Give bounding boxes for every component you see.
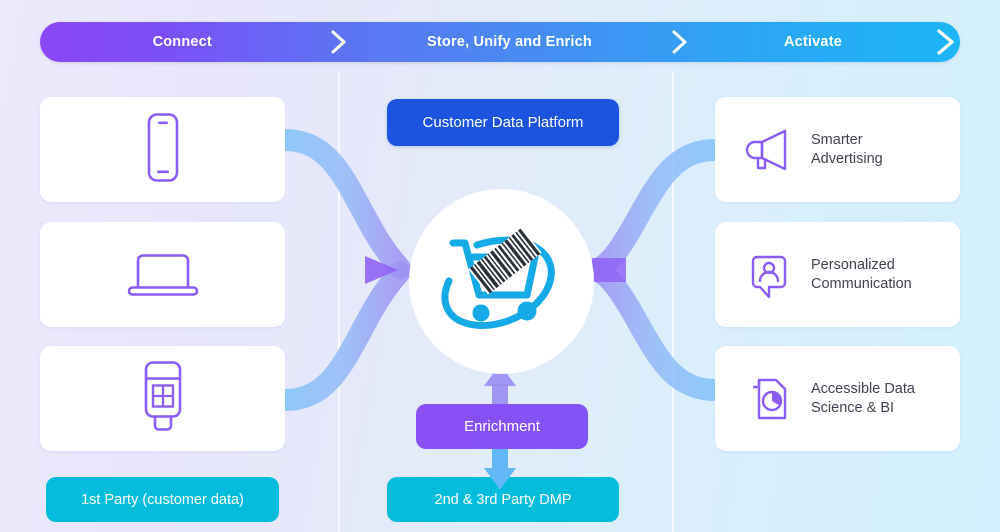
customer-data-platform-pill[interactable]: Customer Data Platform	[387, 99, 619, 146]
first-party-data-pill[interactable]: 1st Party (customer data)	[46, 477, 279, 522]
source-card-pos-terminal[interactable]	[40, 346, 285, 451]
outcome-label-accessible-data-science: Accessible Data Science & BI	[811, 380, 915, 416]
stage-connect[interactable]: Connect	[40, 22, 325, 62]
first-party-data-label: 1st Party (customer data)	[81, 491, 244, 508]
stage-connect-label: Connect	[152, 34, 212, 50]
megaphone-icon	[745, 126, 793, 174]
chevron-right-icon	[325, 22, 353, 62]
pipeline-stage-banner: Connect Store, Unify and Enrich Activate	[40, 22, 960, 62]
central-platform-hub	[409, 189, 594, 374]
stage-store-label: Store, Unify and Enrich	[427, 34, 592, 50]
source-card-laptop[interactable]	[40, 222, 285, 327]
laptop-icon	[125, 243, 201, 306]
stage-activate-label: Activate	[783, 34, 842, 50]
chevron-right-icon-2	[666, 22, 694, 62]
pos-terminal-icon	[138, 359, 188, 438]
shopping-cart-barcode-logo	[441, 227, 555, 329]
stage-store-unify-enrich[interactable]: Store, Unify and Enrich	[353, 22, 666, 62]
outcome-label-personalized-communication: Personalized Communication	[811, 256, 912, 292]
outcome-label-smarter-advertising: Smarter Advertising	[811, 131, 883, 167]
speech-bubble-person-icon	[745, 251, 793, 299]
infographic-canvas: Connect Store, Unify and Enrich Activate	[0, 0, 1000, 532]
document-pie-chart-icon	[745, 375, 793, 423]
mobile-phone-icon	[141, 111, 185, 188]
chevron-right-icon-3	[932, 22, 960, 62]
enrichment-label: Enrichment	[464, 418, 540, 435]
outcome-card-personalized-communication[interactable]: Personalized Communication	[715, 222, 960, 327]
customer-data-platform-label: Customer Data Platform	[422, 114, 584, 131]
outcome-card-smarter-advertising[interactable]: Smarter Advertising	[715, 97, 960, 202]
outcome-card-accessible-data-science[interactable]: Accessible Data Science & BI	[715, 346, 960, 451]
source-card-mobile[interactable]	[40, 97, 285, 202]
enrichment-pill[interactable]: Enrichment	[416, 404, 588, 449]
stage-activate[interactable]: Activate	[694, 22, 931, 62]
